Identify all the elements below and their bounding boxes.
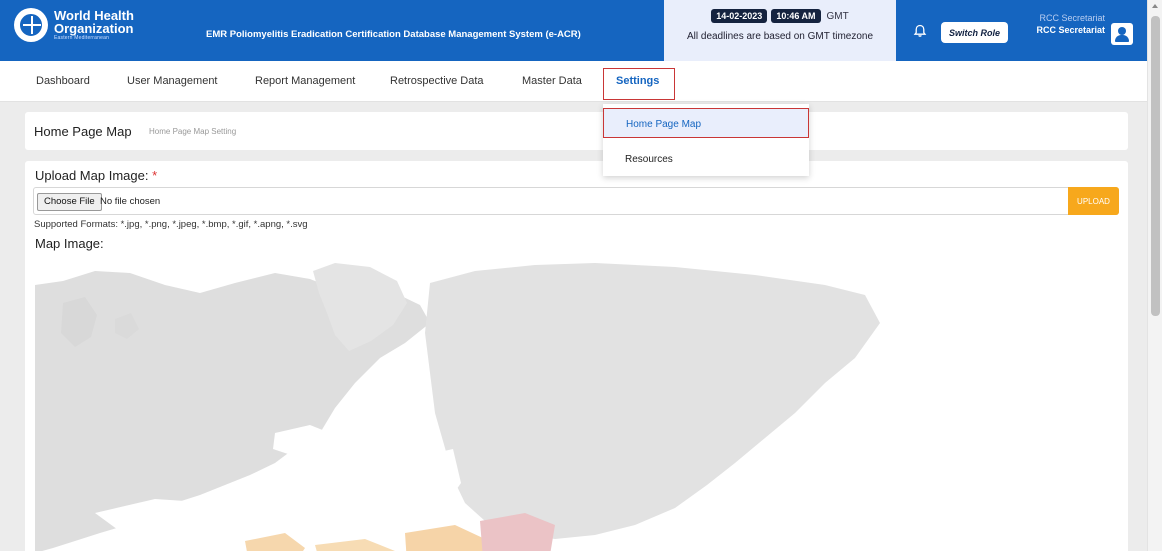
choose-file-button[interactable]: Choose File [37,193,102,211]
org-name-line1: World Health [54,7,134,23]
upload-card: Upload Map Image: * Choose File No file … [25,161,1128,551]
who-emblem-icon [14,8,48,42]
map-image-label: Map Image: [35,236,104,251]
time-info-box: 14-02-2023 10:46 AM GMT All deadlines ar… [664,0,896,61]
date-badge: 14-02-2023 [711,9,768,23]
settings-dropdown-menu: Home Page Map Resources [603,104,809,176]
notification-bell-icon[interactable] [913,24,927,38]
scroll-thumb[interactable] [1151,16,1160,316]
nav-report-management[interactable]: Report Management [255,75,355,87]
upload-map-label: Upload Map Image: * [35,168,157,183]
nav-user-management[interactable]: User Management [127,75,218,87]
settings-highlight-box [603,68,675,100]
org-name-line2: Organization [54,20,134,36]
menu-item-home-page-map[interactable]: Home Page Map [603,108,809,138]
breadcrumb: Home Page Map Home Page Map Setting [25,112,1128,150]
org-region: Eastern Mediterranean [54,34,110,41]
user-role-area: RCC Secretariat RCC Secretariat [1017,13,1105,35]
map-image [35,263,1120,551]
required-mark: * [152,168,158,183]
file-status: No file chosen [100,196,161,207]
role-label-faded: RCC Secretariat [1039,13,1105,23]
page-scrollbar[interactable] [1147,0,1162,551]
role-label-current: RCC Secretariat [1036,25,1105,35]
page-subtitle: Home Page Map Setting [149,127,237,136]
supported-formats: Supported Formats: *.jpg, *.png, *.jpeg,… [34,219,308,230]
upload-map-label-text: Upload Map Image: [35,168,149,183]
nav-dashboard[interactable]: Dashboard [36,75,90,87]
scroll-up-icon[interactable] [1152,4,1158,8]
timezone-label: GMT [826,10,849,22]
who-logo: World Health Organization Eastern Medite… [14,8,134,42]
top-header: World Health Organization Eastern Medite… [0,0,1147,61]
menu-item-resources[interactable]: Resources [603,144,809,174]
page-title: Home Page Map [34,124,132,139]
app-title: EMR Poliomyelitis Eradication Certificat… [206,29,581,40]
switch-role-button[interactable]: Switch Role [941,22,1008,43]
upload-button[interactable]: UPLOAD [1068,187,1119,215]
nav-master-data[interactable]: Master Data [522,75,582,87]
nav-retrospective-data[interactable]: Retrospective Data [390,75,484,87]
user-avatar-icon[interactable] [1111,23,1133,45]
main-nav: Dashboard User Management Report Managem… [0,61,1147,102]
deadline-note: All deadlines are based on GMT timezone [686,31,874,42]
file-input[interactable]: Choose File No file chosen [33,187,1119,215]
time-badge: 10:46 AM [771,9,821,23]
